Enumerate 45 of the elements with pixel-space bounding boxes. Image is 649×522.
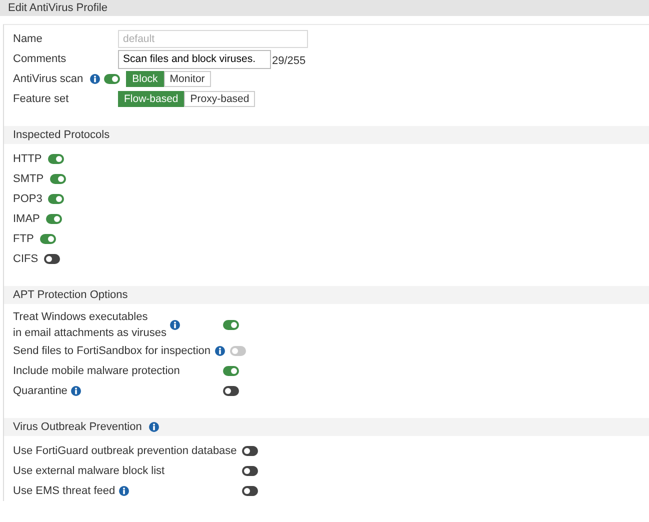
comments-field[interactable]: Scan files and block viruses. (118, 50, 271, 68)
toggle-switch[interactable] (242, 446, 258, 456)
option-button[interactable]: Proxy-based (184, 91, 256, 107)
field-label: Name (13, 32, 44, 47)
toggle-switch[interactable] (242, 466, 258, 476)
info-icon[interactable] (119, 486, 130, 496)
option-button[interactable]: Monitor (164, 71, 211, 87)
toggle-switch[interactable] (48, 194, 64, 204)
toggle-switch[interactable] (223, 386, 239, 396)
info-icon[interactable] (71, 386, 82, 396)
toggle-switch[interactable] (46, 214, 62, 224)
toggle-switch[interactable] (242, 486, 258, 496)
option-label: Treat Windows executables in email attachments as viruses (13, 310, 166, 341)
character-counter: 29/255 (272, 54, 306, 68)
option-label: Use external malware block list (13, 464, 165, 479)
section-title: APT Protection Options (13, 288, 128, 303)
toggle-switch[interactable] (104, 74, 120, 84)
toggle-switch[interactable] (223, 320, 239, 330)
info-icon[interactable] (148, 422, 159, 432)
toggle-switch[interactable] (223, 366, 239, 376)
option-button[interactable]: Block (126, 71, 164, 87)
option-label: Use EMS threat feed (13, 484, 116, 499)
field-label: AntiVirus scan (13, 72, 84, 87)
toggle-switch[interactable] (44, 254, 60, 264)
section-title: Virus Outbreak Prevention (13, 420, 142, 435)
option-label: HTTP (13, 152, 42, 167)
toggle-switch[interactable] (40, 234, 56, 244)
option-label: Use FortiGuard outbreak prevention database (13, 444, 237, 459)
option-label: Include mobile malware protection (13, 364, 180, 379)
option-label: Quarantine (13, 384, 68, 399)
option-label: IMAP (13, 212, 40, 227)
info-icon[interactable] (90, 74, 100, 84)
section-title: Inspected Protocols (13, 128, 110, 143)
window-title: Edit AntiVirus Profile (0, 0, 649, 16)
field-label: Feature set (13, 92, 70, 107)
field-label: Comments (13, 52, 68, 67)
option-label: POP3 (13, 192, 42, 207)
option-label: Send files to FortiSandbox for inspection (13, 344, 211, 359)
option-label: CIFS (13, 252, 38, 267)
option-label: SMTP (13, 172, 44, 187)
option-label: FTP (13, 232, 34, 247)
toggle-switch[interactable] (50, 174, 66, 184)
toggle-switch[interactable] (48, 154, 64, 164)
info-icon[interactable] (170, 320, 180, 330)
option-button[interactable]: Flow-based (118, 91, 184, 107)
